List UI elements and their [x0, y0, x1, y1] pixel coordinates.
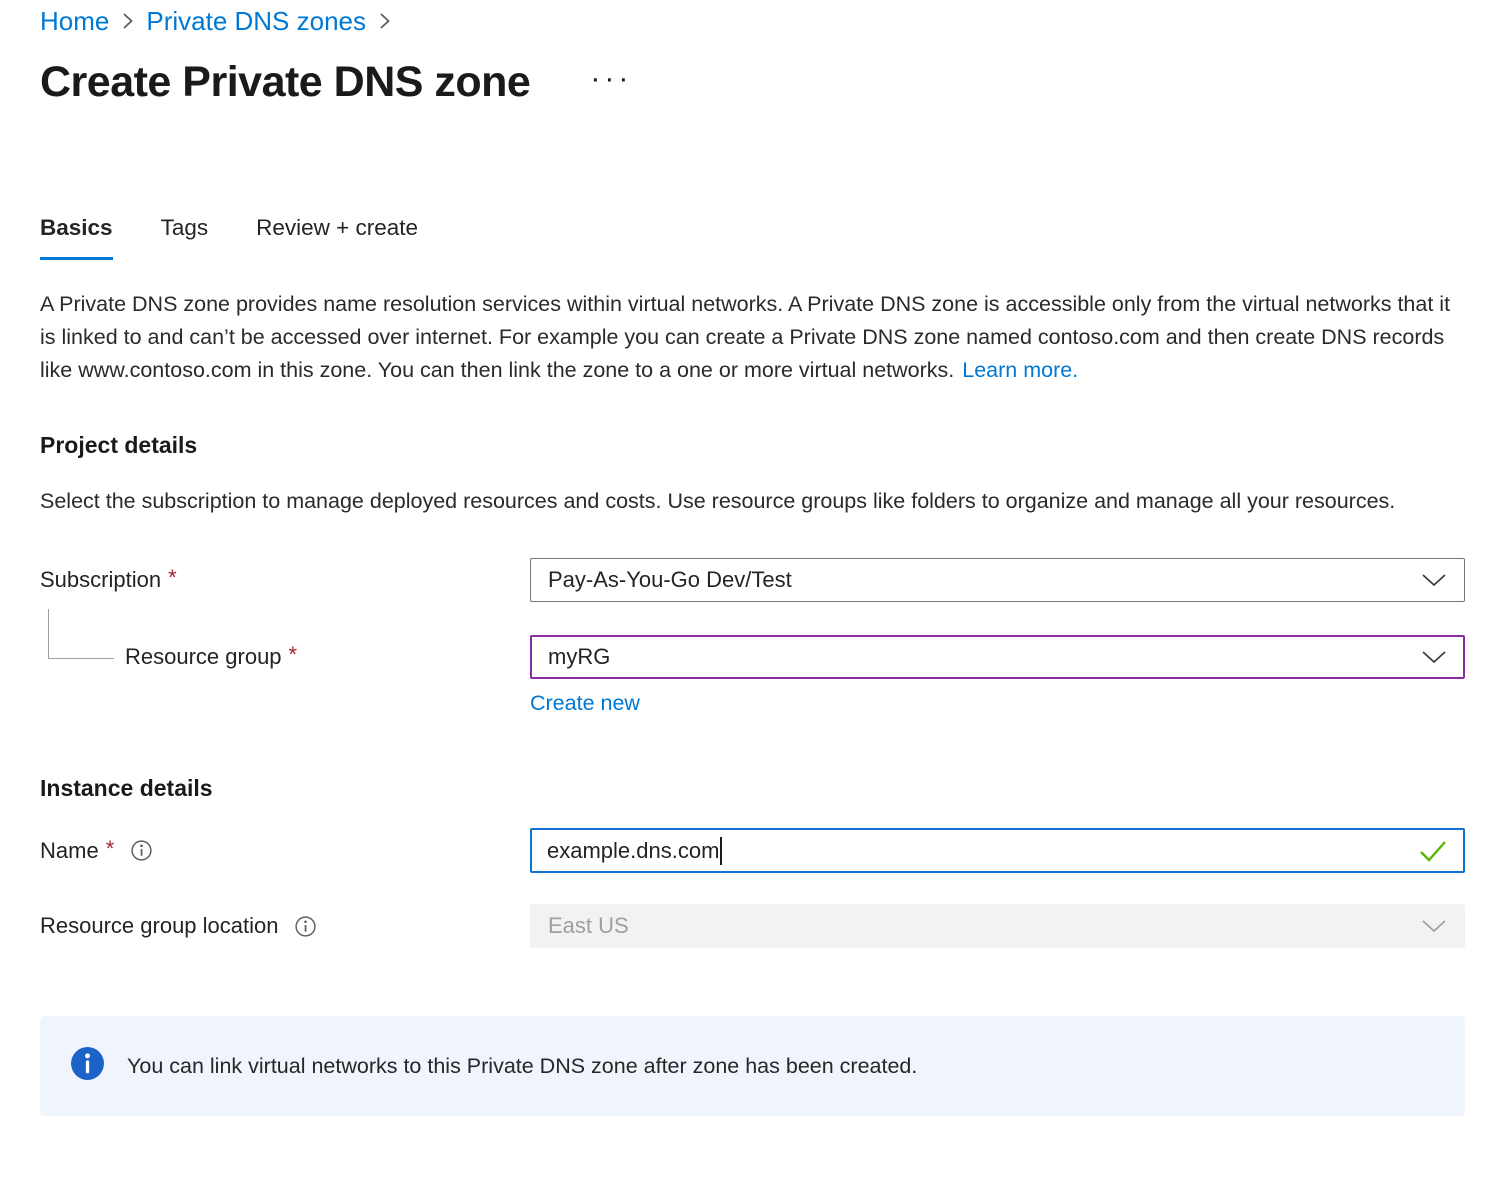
chevron-right-icon	[121, 10, 134, 32]
info-banner-text: You can link virtual networks to this Pr…	[127, 1054, 917, 1079]
resource-group-location-row: Resource group location East US	[40, 904, 1465, 948]
location-field-cell: East US	[530, 904, 1465, 948]
breadcrumb-home-link[interactable]: Home	[40, 6, 109, 36]
chevron-right-icon	[378, 10, 391, 32]
info-circle-filled-icon	[70, 1046, 105, 1086]
info-circle-outline-icon[interactable]	[294, 915, 317, 938]
resource-group-location-dropdown: East US	[530, 904, 1465, 948]
name-label: Name	[40, 837, 99, 865]
chevron-down-icon	[1421, 650, 1447, 664]
name-label-cell: Name *	[40, 837, 530, 865]
subscription-row: Subscription * Pay-As-You-Go Dev/Test	[40, 558, 1465, 602]
create-private-dns-zone-page: Home Private DNS zones Create Private DN…	[0, 0, 1504, 1198]
chevron-down-icon	[1421, 919, 1447, 933]
name-value: example.dns.com	[547, 838, 719, 864]
tab-bar: Basics Tags Review + create	[40, 214, 1465, 260]
name-field-cell: example.dns.com	[530, 828, 1465, 873]
subscription-dropdown[interactable]: Pay-As-You-Go Dev/Test	[530, 558, 1465, 602]
title-row: Create Private DNS zone ···	[40, 56, 1465, 108]
instance-details-heading: Instance details	[40, 774, 1465, 802]
breadcrumb: Home Private DNS zones	[40, 6, 1465, 36]
page-title: Create Private DNS zone	[40, 56, 530, 108]
required-asterisk: *	[168, 564, 177, 592]
text-cursor	[720, 837, 722, 865]
required-asterisk: *	[289, 641, 298, 669]
resource-group-dropdown[interactable]: myRG	[530, 635, 1465, 679]
create-new-link[interactable]: Create new	[530, 691, 640, 716]
project-details-description: Select the subscription to manage deploy…	[40, 485, 1462, 518]
resource-group-label: Resource group	[125, 643, 282, 671]
name-input[interactable]: example.dns.com	[530, 828, 1465, 873]
resource-group-label-cell: Resource group *	[40, 643, 530, 671]
info-banner: You can link virtual networks to this Pr…	[40, 1016, 1465, 1116]
subscription-label-cell: Subscription *	[40, 566, 530, 594]
more-options-button[interactable]: ···	[590, 69, 632, 89]
subscription-value: Pay-As-You-Go Dev/Test	[548, 567, 792, 593]
hierarchy-connector-line	[48, 609, 114, 659]
intro-paragraph: A Private DNS zone provides name resolut…	[40, 288, 1462, 387]
resource-group-location-label: Resource group location	[40, 912, 278, 940]
tab-review-create[interactable]: Review + create	[256, 214, 418, 260]
subscription-label: Subscription	[40, 566, 161, 594]
chevron-down-icon	[1421, 573, 1447, 587]
intro-text: A Private DNS zone provides name resolut…	[40, 292, 1450, 382]
breadcrumb-private-dns-zones-link[interactable]: Private DNS zones	[146, 6, 366, 36]
info-circle-outline-icon[interactable]	[130, 839, 153, 862]
project-details-heading: Project details	[40, 431, 1465, 459]
resource-group-row: Resource group * myRG Create new	[40, 635, 1465, 716]
tab-tags[interactable]: Tags	[161, 214, 209, 260]
green-check-icon	[1418, 839, 1448, 863]
name-row: Name * example.dns.com	[40, 828, 1465, 873]
resource-group-value: myRG	[548, 644, 610, 670]
learn-more-link[interactable]: Learn more.	[962, 358, 1078, 382]
resource-group-field-cell: myRG Create new	[530, 635, 1465, 716]
required-asterisk: *	[106, 835, 115, 863]
tab-basics[interactable]: Basics	[40, 214, 113, 260]
resource-group-location-value: East US	[548, 913, 629, 939]
subscription-field-cell: Pay-As-You-Go Dev/Test	[530, 558, 1465, 602]
location-label-cell: Resource group location	[40, 912, 530, 940]
